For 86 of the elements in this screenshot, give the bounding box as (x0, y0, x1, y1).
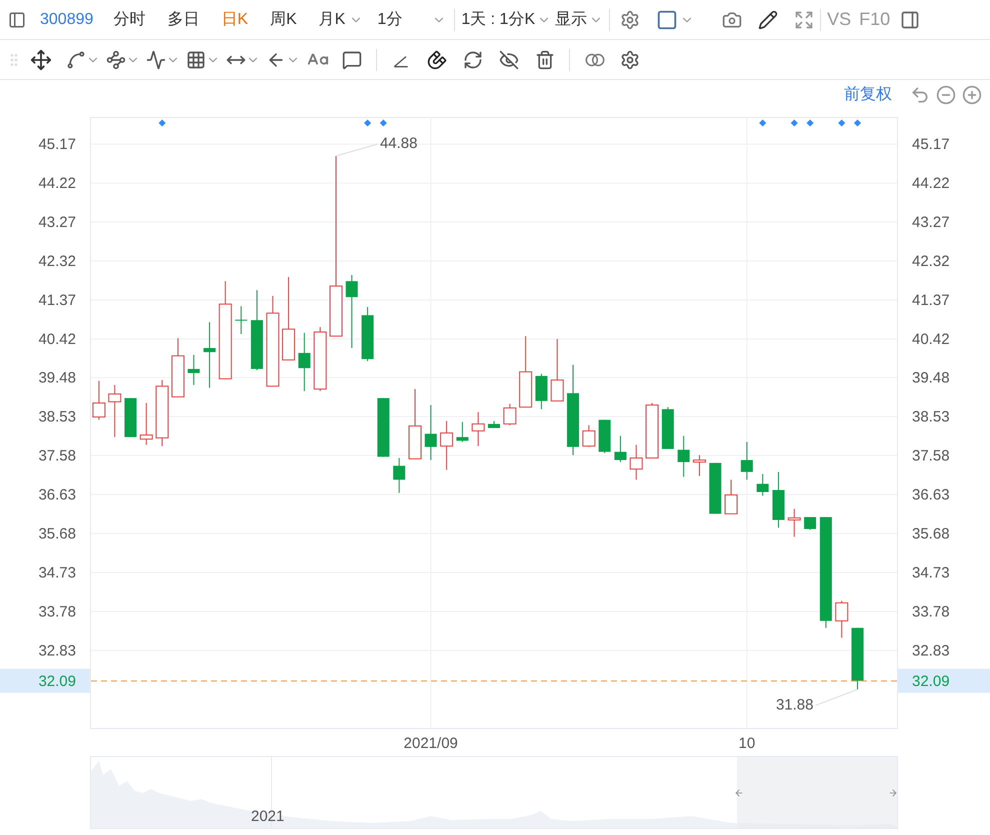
period-tab[interactable]: 月K (314, 8, 350, 32)
candlestick (852, 627, 864, 690)
year-label: 2021 (251, 806, 284, 826)
price-axis-label: 38.53 (38, 408, 76, 426)
leader-line (335, 143, 378, 156)
fullscreen-icon[interactable] (794, 10, 814, 30)
max-price-label: 44.88 (380, 134, 418, 152)
pencil-icon[interactable] (758, 10, 778, 30)
min-price-label: 31.88 (776, 696, 814, 714)
comment-tool-icon[interactable] (342, 50, 362, 70)
price-axis-label: 43.27 (38, 214, 76, 232)
price-axis-label: 32.83 (38, 642, 76, 660)
price-axis-label: 35.68 (38, 526, 76, 542)
diamond-icon[interactable] (380, 119, 387, 127)
polyline-tool-icon[interactable] (106, 50, 126, 70)
price-axis-label: 33.78 (38, 603, 76, 620)
panel-icon[interactable] (900, 10, 920, 30)
move-tool-icon[interactable] (30, 48, 52, 70)
diamond-icon[interactable] (790, 119, 798, 127)
sync-icon[interactable] (463, 50, 483, 70)
camera-icon[interactable] (722, 10, 742, 30)
period-tab[interactable]: 周K (266, 8, 301, 32)
settings-icon[interactable] (620, 10, 640, 30)
diamond-icon[interactable] (838, 119, 846, 127)
price-axis-label: 41.37 (912, 292, 950, 310)
magnet-icon[interactable] (427, 50, 447, 70)
price-axis-label: 40.42 (38, 331, 76, 348)
leader-line (815, 688, 858, 706)
price-axis-label: 43.27 (912, 214, 950, 232)
diamond-icon[interactable] (854, 119, 862, 127)
candlestick (362, 306, 374, 362)
zoom-in-icon[interactable] (962, 85, 982, 105)
arrow-left-icon[interactable] (734, 788, 744, 798)
stock-code: 300899 (40, 10, 94, 30)
price-axis-label: 37.58 (38, 448, 76, 465)
price-axis-label: 44.22 (38, 175, 76, 192)
candlestick (835, 600, 848, 638)
price-axis-label: 36.63 (912, 486, 950, 504)
price-axis-label: 42.32 (38, 253, 76, 270)
diamond-icon[interactable] (364, 119, 372, 127)
price-axis-label: 34.73 (912, 564, 950, 582)
date-axis-label: 2021/09 (404, 735, 458, 752)
price-axis-label: 38.53 (912, 408, 950, 426)
price-axis-label: 33.78 (912, 603, 950, 620)
settings-icon[interactable] (620, 50, 640, 70)
price-axis-label: 39.48 (38, 370, 76, 387)
price-axis-label: 45.17 (912, 136, 950, 154)
price-axis-label: 35.68 (912, 526, 950, 542)
price-axis-label: 37.58 (912, 448, 950, 465)
delete-icon[interactable] (535, 50, 555, 70)
period-tab[interactable]: 多日 (163, 8, 204, 32)
candlestick (756, 474, 769, 496)
price-axis-label: 39.48 (912, 370, 950, 387)
candlestick (156, 380, 169, 447)
arrow-right-icon[interactable] (888, 788, 898, 798)
candlestick (788, 508, 801, 538)
price-axis-label: 40.42 (912, 331, 950, 348)
candlestick (377, 398, 390, 458)
line-tool-icon[interactable] (66, 50, 86, 70)
price-axis-label: 42.32 (912, 253, 950, 270)
date-axis-label: 10 (738, 735, 756, 752)
adjustment-link[interactable]: 前复权 (844, 83, 892, 107)
price-axis-label: 44.22 (912, 175, 950, 192)
diamond-icon[interactable] (806, 119, 814, 127)
panel-icon[interactable] (8, 10, 26, 28)
candlestick (804, 516, 816, 530)
current-price-tag: 32.09 (0, 668, 90, 693)
navigator-panel[interactable]: 2021 (90, 756, 898, 829)
range-dropdown[interactable]: 1天 : 1分K (461, 8, 552, 32)
price-axis-label: 36.63 (38, 486, 76, 504)
current-price-tag: 32.09 (898, 668, 990, 693)
interval-dropdown[interactable]: 1分 (377, 8, 446, 32)
diamond-icon[interactable] (759, 119, 766, 127)
price-axis-label: 34.73 (38, 564, 76, 582)
display-dropdown[interactable]: 显示 (555, 8, 604, 32)
undo-icon[interactable] (910, 85, 930, 105)
price-axis-label: 41.37 (38, 292, 76, 310)
zoom-out-icon[interactable] (936, 85, 956, 105)
grid-tool-icon[interactable] (186, 50, 206, 70)
price-axis-label: 45.17 (38, 136, 76, 154)
square-icon[interactable] (656, 8, 678, 30)
diamond-icon[interactable] (158, 119, 166, 127)
hide-icon[interactable] (499, 50, 519, 70)
price-axis-label: 32.83 (912, 642, 950, 660)
wave-tool-icon[interactable] (146, 50, 166, 70)
period-tab[interactable]: 分时 (109, 8, 150, 32)
